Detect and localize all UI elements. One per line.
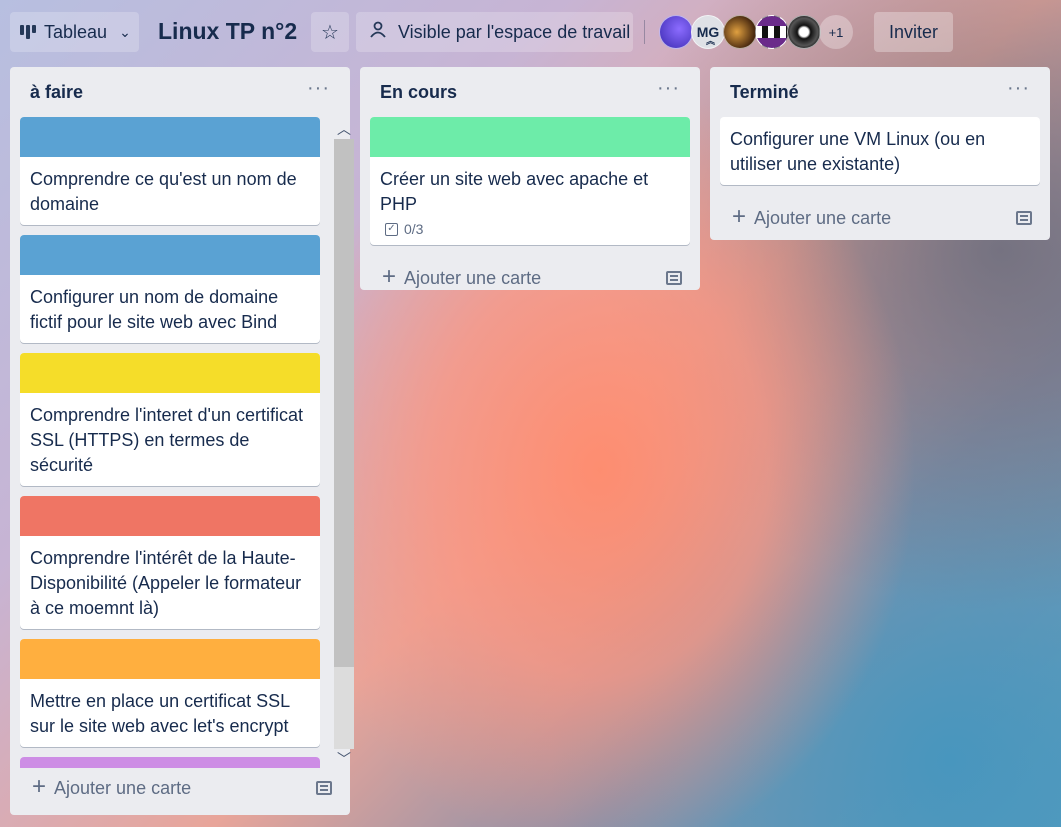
- list-a-faire: à faire ··· Comprendre ce qu'est un nom …: [10, 67, 354, 815]
- header-divider: [644, 20, 645, 44]
- list-menu-button[interactable]: ···: [307, 78, 330, 98]
- add-card-label: Ajouter une carte: [54, 777, 192, 798]
- card[interactable]: Comprendre l'intérêt de la Haute-Disponi…: [20, 496, 320, 629]
- board-view-icon: [20, 25, 36, 39]
- checklist-count: 0/3: [404, 221, 424, 237]
- plus-icon: +: [382, 262, 397, 290]
- add-card-button[interactable]: + Ajouter une carte: [10, 765, 350, 811]
- list-title[interactable]: à faire: [30, 82, 83, 103]
- plus-icon: +: [732, 202, 747, 230]
- card-template-icon[interactable]: [316, 781, 332, 795]
- card-title: Créer un site web avec apache et PHP: [380, 169, 649, 214]
- list-menu-button[interactable]: ···: [657, 78, 680, 98]
- list-en-cours: En cours ··· Créer un site web avec apac…: [360, 67, 700, 290]
- card-title: Comprendre l'interet d'un certificat SSL…: [30, 405, 303, 475]
- list-title[interactable]: En cours: [380, 82, 457, 103]
- star-button[interactable]: ☆: [311, 12, 349, 52]
- card-title: Mettre en place un certificat SSL sur le…: [30, 691, 290, 736]
- card[interactable]: Mettre en place un certificat SSL sur le…: [20, 639, 320, 747]
- avatar[interactable]: [755, 15, 789, 49]
- card[interactable]: Configurer une VM Linux (ou en utiliser …: [720, 117, 1040, 185]
- add-card-label: Ajouter une carte: [404, 267, 542, 288]
- list-header: Terminé ···: [710, 67, 1050, 117]
- card-badges: ✓ 0/3: [370, 221, 690, 245]
- list-termine: Terminé ··· Configurer une VM Linux (ou …: [710, 67, 1050, 240]
- invite-button[interactable]: Inviter: [874, 12, 953, 52]
- avatar[interactable]: [723, 15, 757, 49]
- card-cover: [20, 353, 320, 393]
- add-card-label: Ajouter une carte: [754, 207, 892, 228]
- card[interactable]: Configurer un nom de domaine fictif pour…: [20, 235, 320, 343]
- card-title: Comprendre ce qu'est un nom de domaine: [30, 169, 297, 214]
- card-cover: [20, 117, 320, 157]
- scroll-up-arrow-icon[interactable]: ︿: [333, 119, 355, 139]
- avatar[interactable]: [787, 15, 821, 49]
- add-card-button[interactable]: + Ajouter une carte: [710, 195, 1050, 241]
- list-header: à faire ···: [10, 67, 350, 117]
- card[interactable]: Comprendre ce qu'est un nom de domaine: [20, 117, 320, 225]
- star-icon: ☆: [321, 21, 339, 44]
- member-avatars: MG ︽ +1: [659, 15, 853, 49]
- list-menu-button[interactable]: ···: [1007, 78, 1030, 98]
- add-card-label-group: + Ajouter une carte: [32, 772, 192, 800]
- card[interactable]: Créer un site web avec apache et PHP ✓ 0…: [370, 117, 690, 245]
- card-title: Configurer un nom de domaine fictif pour…: [30, 287, 279, 332]
- workspace-visibility-icon: [368, 21, 388, 44]
- admin-chevron-icon: ︽: [705, 36, 715, 46]
- add-card-button[interactable]: + Ajouter une carte: [360, 255, 700, 301]
- avatar[interactable]: MG ︽: [691, 15, 725, 49]
- card-template-icon[interactable]: [666, 271, 682, 285]
- scroll-thumb[interactable]: [334, 139, 354, 667]
- card-title: Configurer une VM Linux (ou en utiliser …: [730, 129, 986, 174]
- card-cover: [20, 639, 320, 679]
- board-view-label: Tableau: [44, 21, 108, 42]
- card-cover: [20, 235, 320, 275]
- checklist-icon: ✓: [385, 222, 398, 236]
- list-scrollbar[interactable]: ︿ ﹀: [333, 119, 355, 769]
- avatar[interactable]: [659, 15, 693, 49]
- card-template-icon[interactable]: [1016, 211, 1032, 225]
- list-title[interactable]: Terminé: [730, 82, 799, 103]
- board-header: Tableau ⌄ Linux TP n°2 ☆ Visible par l'e…: [0, 0, 1061, 66]
- board-view-switcher-button[interactable]: Tableau ⌄: [10, 12, 139, 52]
- plus-icon: +: [32, 772, 47, 800]
- visibility-label: Visible par l'espace de travail: [398, 21, 631, 42]
- list-header: En cours ···: [360, 67, 700, 117]
- card-list: Comprendre ce qu'est un nom de domaine C…: [10, 117, 330, 768]
- card-cover: [370, 117, 690, 157]
- card-title: Comprendre l'intérêt de la Haute-Disponi…: [30, 548, 302, 618]
- card[interactable]: Comprendre l'interet d'un certificat SSL…: [20, 353, 320, 486]
- card-cover: [20, 496, 320, 536]
- add-card-label-group: + Ajouter une carte: [382, 262, 542, 290]
- board-title[interactable]: Linux TP n°2: [158, 18, 297, 45]
- visibility-button[interactable]: Visible par l'espace de travail: [356, 12, 633, 52]
- add-card-label-group: + Ajouter une carte: [732, 202, 892, 230]
- more-members-button[interactable]: +1: [819, 15, 853, 49]
- chevron-down-icon: ⌄: [119, 23, 131, 40]
